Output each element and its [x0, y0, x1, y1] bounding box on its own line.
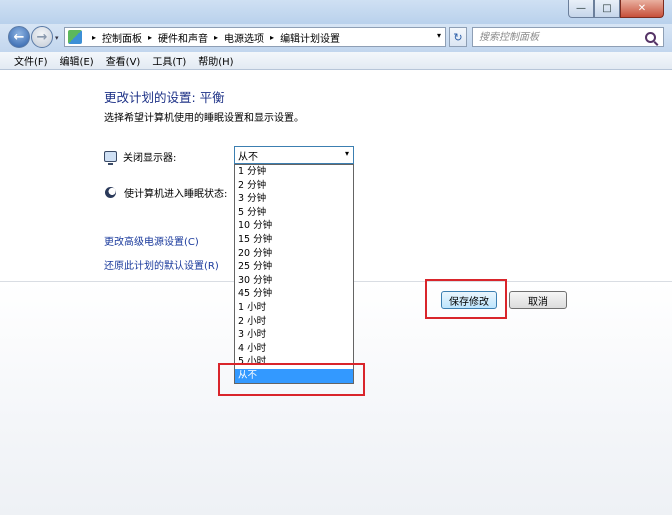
refresh-button[interactable]: ↻: [449, 27, 467, 47]
page-subtitle: 选择希望计算机使用的睡眠设置和显示设置。: [104, 113, 304, 124]
search-box[interactable]: [472, 27, 664, 47]
window-controls: — □ ✕: [568, 0, 664, 18]
dropdown-option[interactable]: 20 分钟: [235, 247, 353, 261]
highlight-never-option: [218, 363, 365, 396]
maximize-button[interactable]: □: [594, 0, 620, 18]
control-panel-icon: [68, 30, 82, 44]
chevron-down-icon[interactable]: ▾: [345, 149, 349, 158]
dropdown-option[interactable]: 2 分钟: [235, 179, 353, 193]
sleep-row: 使计算机进入睡眠状态:: [104, 185, 227, 200]
menu-help[interactable]: 帮助(H): [192, 53, 239, 68]
menu-edit[interactable]: 编辑(E): [54, 53, 100, 68]
dropdown-option[interactable]: 4 小时: [235, 342, 353, 356]
monitor-icon: [104, 151, 117, 165]
page-title: 更改计划的设置: 平衡: [104, 90, 225, 105]
dropdown-option[interactable]: 15 分钟: [235, 233, 353, 247]
dropdown-option[interactable]: 25 分钟: [235, 260, 353, 274]
restore-defaults-link[interactable]: 还原此计划的默认设置(R): [104, 257, 219, 272]
display-off-row: 关闭显示器:: [104, 149, 177, 165]
cancel-button[interactable]: 取消: [509, 291, 567, 309]
menu-view[interactable]: 查看(V): [100, 53, 147, 68]
address-history-dropdown-icon[interactable]: ▾: [437, 31, 441, 40]
display-off-label: 关闭显示器:: [123, 153, 177, 164]
breadcrumb-item-control-panel[interactable]: 控制面板: [102, 30, 142, 45]
search-input[interactable]: [473, 29, 643, 45]
forward-button[interactable]: →: [31, 26, 53, 48]
menu-tools[interactable]: 工具(T): [146, 53, 192, 68]
dropdown-option[interactable]: 3 小时: [235, 328, 353, 342]
breadcrumb-separator[interactable]: ▸: [270, 33, 274, 42]
dropdown-option[interactable]: 10 分钟: [235, 219, 353, 233]
dropdown-option[interactable]: 1 小时: [235, 301, 353, 315]
minimize-button[interactable]: —: [568, 0, 594, 18]
sleep-moon-icon: [105, 187, 116, 198]
recent-pages-dropdown-icon[interactable]: ▾: [55, 34, 59, 42]
dropdown-option[interactable]: 5 分钟: [235, 206, 353, 220]
dropdown-option[interactable]: 2 小时: [235, 315, 353, 329]
sleep-label: 使计算机进入睡眠状态:: [124, 189, 228, 200]
advanced-power-settings-link[interactable]: 更改高级电源设置(C): [104, 233, 199, 248]
dropdown-option[interactable]: 1 分钟: [235, 165, 353, 179]
close-button[interactable]: ✕: [620, 0, 664, 18]
navigation-bar: ← → ▾ ▸ 控制面板 ▸ 硬件和声音 ▸ 电源选项 ▸ 编辑计划设置 ▾ ↻: [0, 24, 672, 52]
dropdown-option[interactable]: 30 分钟: [235, 274, 353, 288]
breadcrumb-separator[interactable]: ▸: [92, 33, 96, 42]
highlight-save-button: [425, 279, 507, 319]
dropdown-option[interactable]: 3 分钟: [235, 192, 353, 206]
breadcrumb-item-power-options[interactable]: 电源选项: [224, 30, 264, 45]
display-off-select[interactable]: 从不 ▾: [234, 146, 354, 164]
address-bar[interactable]: ▸ 控制面板 ▸ 硬件和声音 ▸ 电源选项 ▸ 编辑计划设置 ▾: [64, 27, 446, 47]
display-off-select-value: 从不: [238, 151, 258, 163]
window-titlebar: — □ ✕: [0, 0, 672, 24]
breadcrumb-separator[interactable]: ▸: [214, 33, 218, 42]
dropdown-option[interactable]: 45 分钟: [235, 287, 353, 301]
content-area: 更改计划的设置: 平衡 选择希望计算机使用的睡眠设置和显示设置。 关闭显示器: …: [0, 71, 672, 515]
back-button[interactable]: ←: [8, 26, 30, 48]
breadcrumb-item-hardware-sound[interactable]: 硬件和声音: [158, 30, 208, 45]
breadcrumb-separator[interactable]: ▸: [148, 33, 152, 42]
menu-file[interactable]: 文件(F): [8, 53, 54, 68]
display-off-dropdown-list: 1 分钟 2 分钟 3 分钟 5 分钟 10 分钟 15 分钟 20 分钟 25…: [234, 164, 354, 384]
menu-bar: 文件(F) 编辑(E) 查看(V) 工具(T) 帮助(H): [0, 52, 672, 70]
breadcrumb-item-edit-plan[interactable]: 编辑计划设置: [280, 30, 340, 45]
search-icon[interactable]: [645, 31, 656, 43]
